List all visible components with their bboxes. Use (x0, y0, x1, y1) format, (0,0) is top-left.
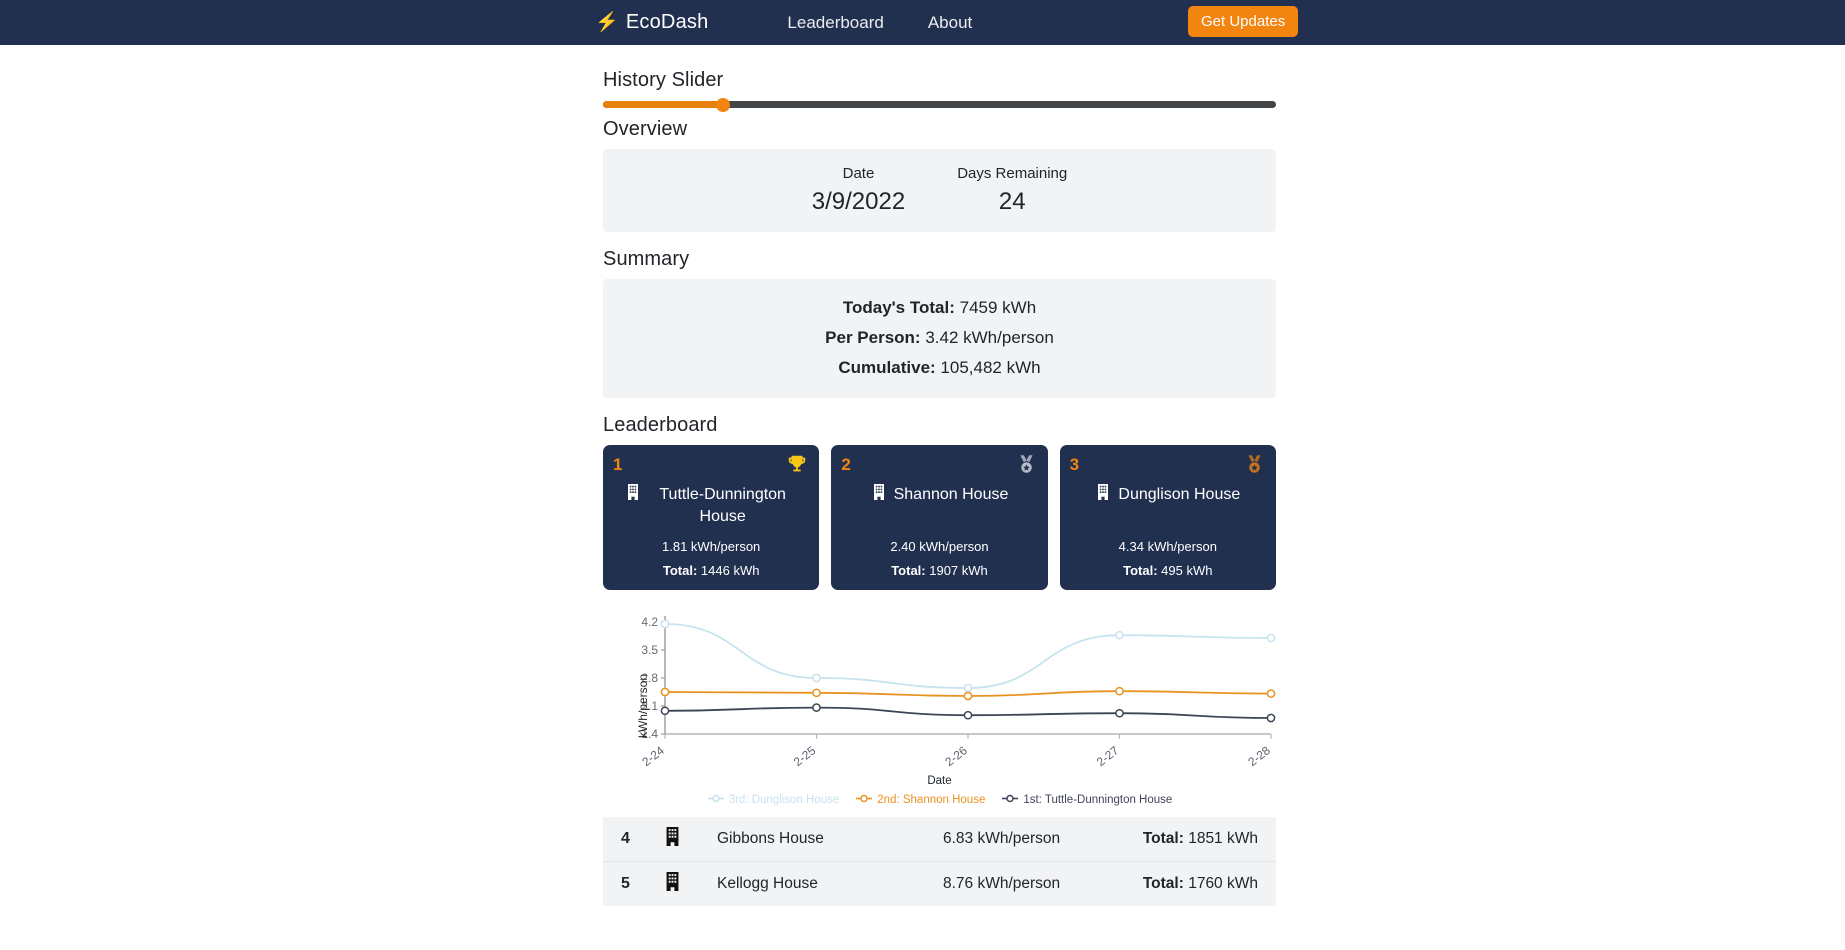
legend-item-2[interactable]: 2nd: Shannon House (855, 794, 985, 806)
usage-line-chart: kWh/person 1.4 2.1 2.8 3.5 4.2 2-24 2-25 2-26 2-… (603, 604, 1276, 809)
row-per-person: 6.83 kWh/person (943, 829, 1061, 847)
legend-marker (1001, 794, 1019, 806)
building-icon (625, 483, 641, 507)
row-per-person: 8.76 kWh/person (943, 874, 1061, 892)
overview-panel: Date 3/9/2022 Days Remaining 24 (603, 149, 1276, 232)
podium-card-1[interactable]: 1 Tuttle-Dunnington House 1.81 kWh/person T… (603, 444, 820, 590)
overview-days-label: Days Remaining (957, 165, 1068, 182)
leaderboard-rows: 4 Gibbons House 6.83 kWh/person Total: 1851… (603, 816, 1276, 906)
podium-house-name: Shannon House (841, 483, 1037, 507)
overview-date-value: 3/9/2022 (811, 187, 906, 215)
table-row[interactable]: 5 Kellogg House 8.76 kWh/person Total: 1760… (603, 860, 1276, 906)
main-content: History Slider Overview Date 3/9/2022 Da… (603, 45, 1276, 906)
summary-person-value: 3.42 kWh/person (925, 328, 1054, 348)
history-slider-section: History Slider (603, 65, 1276, 118)
brand-name: EcoDash (625, 11, 709, 33)
legend-label: 3rd: Dunglison House (728, 793, 840, 806)
leaderboard-title: Leaderboard (603, 413, 718, 436)
legend-marker (707, 794, 725, 806)
svg-text:2-24: 2-24 (639, 743, 667, 769)
summary-cumulative-value: 105,482 kWh (940, 358, 1041, 378)
bronze-medal-icon (1244, 453, 1265, 480)
lightning-bolt-icon: ⚡ (595, 12, 619, 33)
building-icon (663, 871, 717, 896)
get-updates-button[interactable]: Get Updates (1188, 6, 1299, 37)
row-rank: 4 (621, 829, 630, 847)
slider-thumb[interactable] (715, 97, 730, 112)
nav-link-leaderboard[interactable]: Leaderboard (765, 13, 905, 33)
svg-text:2-27: 2-27 (1094, 743, 1122, 769)
overview-date: Date 3/9/2022 (786, 163, 931, 218)
podium-cards: 1 Tuttle-Dunnington House 1.81 kWh/person T… (603, 444, 1276, 590)
svg-text:2-25: 2-25 (791, 743, 819, 769)
building-icon (871, 483, 887, 507)
history-slider-title: History Slider (603, 69, 724, 91)
podium-house-name: Tuttle-Dunnington House (613, 483, 809, 529)
podium-rank: 3 (1069, 454, 1080, 474)
table-row[interactable]: 4 Gibbons House 6.83 kWh/person Total: 1851… (603, 816, 1276, 861)
nav-links: Leaderboard About (765, 13, 994, 33)
summary-cumulative-row: Cumulative: 105,482 kWh (603, 353, 1276, 383)
legend-item-1[interactable]: 3rd: Dunglison House (707, 793, 840, 806)
summary-today-label: Today's Total: (842, 297, 955, 317)
row-rank: 5 (621, 874, 630, 892)
summary-person-row: Per Person: 3.42 kWh/person (603, 323, 1276, 353)
summary-cumulative-label: Cumulative: (838, 358, 936, 378)
podium-card-3[interactable]: 3 Dunglison House 4.34 kWh/person Total: 49… (1059, 444, 1276, 590)
nav-link-about[interactable]: About (906, 13, 994, 33)
podium-card-2[interactable]: 2 Shannon House 2.40 kWh/person Total: 1907… (831, 444, 1048, 590)
podium-total: Total: 1446 kWh (662, 562, 760, 578)
svg-text:2-26: 2-26 (942, 743, 970, 769)
row-house-name: Gibbons House (717, 829, 824, 847)
row-house-name: Kellogg House (717, 874, 818, 892)
podium-per-person: 4.34 kWh/person (1118, 538, 1217, 554)
overview-date-label: Date (842, 165, 875, 182)
legend-label: 2nd: Shannon House (877, 793, 986, 806)
overview-days-remaining: Days Remaining 24 (931, 163, 1093, 218)
svg-text:2-28: 2-28 (1245, 743, 1273, 769)
podium-total: Total: 1907 kWh (891, 562, 988, 578)
row-total: Total: 1851 kWh (1142, 829, 1258, 847)
podium-house-name: Dunglison House (1070, 483, 1266, 507)
overview-title: Overview (603, 118, 688, 140)
building-icon (1095, 483, 1111, 507)
trophy-icon (786, 453, 808, 480)
podium-rank: 2 (841, 454, 851, 474)
row-total: Total: 1760 kWh (1142, 874, 1258, 892)
overview-days-value: 24 (998, 187, 1026, 215)
building-icon (663, 826, 717, 851)
slider-fill (603, 101, 723, 108)
svg-text:4.2: 4.2 (641, 615, 658, 629)
podium-total: Total: 495 kWh (1123, 562, 1213, 578)
summary-title: Summary (603, 247, 690, 270)
chart-legend: 3rd: Dunglison House 2nd: Shannon House 1s… (603, 794, 1276, 806)
summary-person-label: Per Person: (825, 328, 921, 348)
summary-panel: Today's Total: 7459 kWh Per Person: 3.42… (603, 278, 1276, 398)
chart-y-axis-label: kWh/person (636, 674, 651, 739)
podium-rank: 1 (613, 454, 623, 474)
silver-medal-icon (1016, 453, 1037, 480)
legend-marker (855, 794, 873, 806)
history-slider[interactable] (603, 97, 1276, 112)
chart-x-axis-label: Date (927, 774, 952, 787)
legend-item-3[interactable]: 1st: Tuttle-Dunnington House (1001, 794, 1172, 806)
svg-text:3.5: 3.5 (641, 643, 658, 657)
podium-per-person: 1.81 kWh/person (662, 538, 761, 554)
summary-today-row: Today's Total: 7459 kWh (603, 293, 1276, 323)
top-navbar: ⚡ EcoDash Leaderboard About Get Updates (0, 0, 1845, 45)
brand-logo[interactable]: ⚡ EcoDash (595, 11, 708, 34)
legend-label: 1st: Tuttle-Dunnington House (1023, 793, 1173, 806)
podium-per-person: 2.40 kWh/person (890, 538, 989, 554)
summary-today-value: 7459 kWh (959, 297, 1037, 317)
